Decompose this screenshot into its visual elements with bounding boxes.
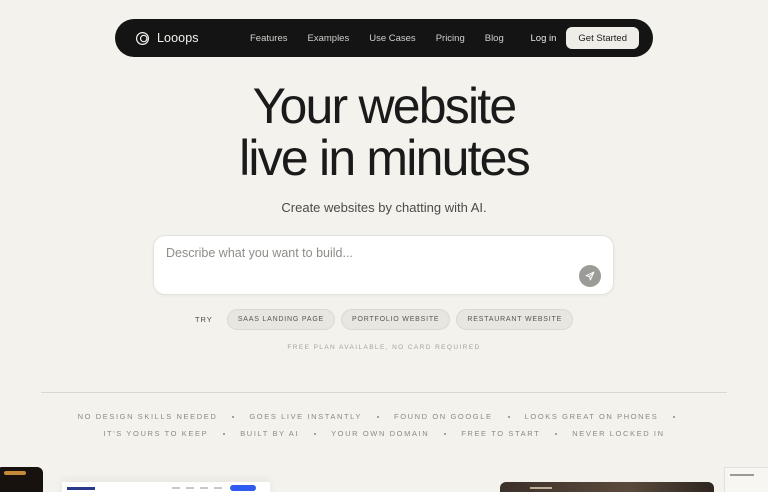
try-suggestions: TRY SAAS LANDING PAGE PORTFOLIO WEBSITE … [0,309,768,330]
preview-nav-link [186,487,194,489]
prompt-input[interactable] [166,244,566,262]
feature-item: GOES LIVE INSTANTLY [249,412,363,421]
feature-item: YOUR OWN DOMAIN [331,429,430,438]
nav-links: Features Examples Use Cases Pricing Blog [250,19,524,57]
prompt-box [153,235,614,295]
preview-brand-mark [67,487,95,490]
chip-saas-landing-page[interactable]: SAAS LANDING PAGE [226,309,336,330]
send-icon [585,271,595,281]
preview-label [730,474,754,476]
hero-title-line-2: live in minutes [239,130,531,186]
nav-actions: Log in Get Started [531,19,639,57]
bullet-dot [223,432,226,435]
preview-nav-link [214,487,222,489]
preview-nav-link [200,487,208,489]
feature-item: BUILT BY AI [240,429,300,438]
hero-title-line-1: Your website [252,78,518,134]
preview-cta-button [230,485,256,491]
feature-item: NEVER LOCKED IN [572,429,665,438]
nav-link-blog[interactable]: Blog [485,33,504,44]
brand-name: Looops [157,31,199,45]
login-link[interactable]: Log in [531,33,557,44]
chip-portfolio-website[interactable]: PORTFOLIO WEBSITE [341,309,451,330]
feature-item: IT'S YOURS TO KEEP [103,429,209,438]
preview-tag [4,471,26,475]
bullet-dot [232,415,235,418]
hero-subtitle: Create websites by chatting with AI. [281,200,487,215]
nav-link-features[interactable]: Features [250,33,288,44]
feature-item: NO DESIGN SKILLS NEEDED [77,412,218,421]
free-plan-note: FREE PLAN AVAILABLE, NO CARD REQUIRED [287,344,481,351]
nav-link-examples[interactable]: Examples [308,33,350,44]
bullet-dot [507,415,510,418]
send-button[interactable] [579,265,601,287]
example-preview-card[interactable] [62,482,270,492]
bullet-dot [555,432,558,435]
feature-ticker-row-2: IT'S YOURS TO KEEP BUILT BY AI YOUR OWN … [0,429,768,438]
feature-item: FREE TO START [461,429,541,438]
bullet-dot [314,432,317,435]
feature-item: LOOKS GREAT ON PHONES [524,412,659,421]
example-preview-card[interactable] [0,467,43,492]
preview-label [530,487,552,489]
feature-ticker-row-1: NO DESIGN SKILLS NEEDED GOES LIVE INSTAN… [0,412,768,421]
feature-item: FOUND ON GOOGLE [394,412,493,421]
get-started-button[interactable]: Get Started [566,27,639,49]
nav-link-use-cases[interactable]: Use Cases [369,33,415,44]
looops-logo-icon [135,31,150,45]
hero-title: Your website live in minutes [0,80,768,184]
top-navbar: Looops Features Examples Use Cases Prici… [115,19,653,57]
example-preview-card[interactable] [500,482,714,492]
chip-restaurant-website[interactable]: RESTAURANT WEBSITE [456,309,574,330]
example-preview-card[interactable] [724,467,768,492]
bullet-dot [377,415,380,418]
nav-link-pricing[interactable]: Pricing [436,33,465,44]
bullet-dot [673,415,676,418]
brand-logo[interactable]: Looops [135,31,199,46]
try-label: TRY [194,315,213,324]
preview-nav-link [172,487,180,489]
section-divider [41,392,727,393]
bullet-dot [444,432,447,435]
